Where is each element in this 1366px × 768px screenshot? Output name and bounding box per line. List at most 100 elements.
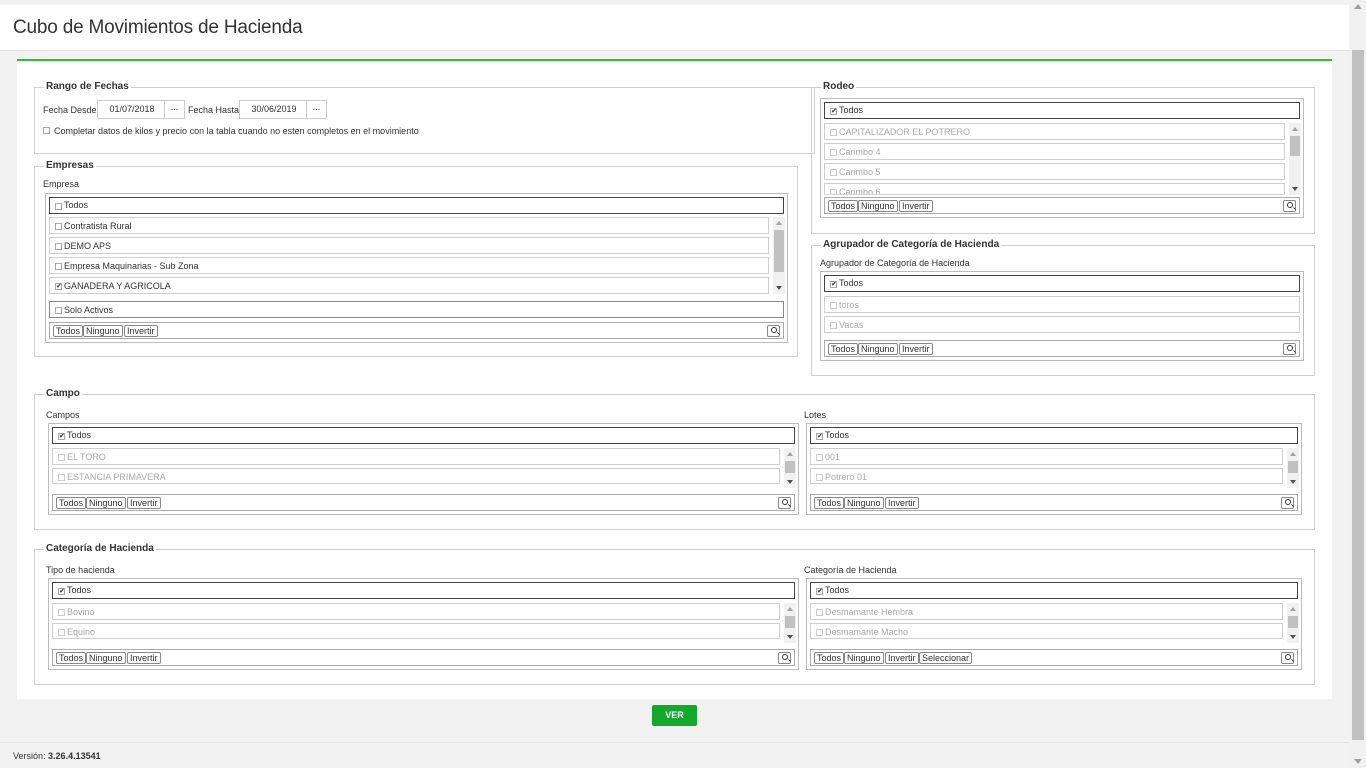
agrupador-todos-checkbox[interactable] (830, 281, 837, 288)
search-button[interactable] (1281, 497, 1294, 509)
ninguno-button[interactable]: Ninguno (858, 200, 898, 212)
list-item[interactable]: EL TORO (52, 448, 780, 465)
invertir-button[interactable]: Invertir (899, 200, 933, 212)
solo-activos-row[interactable]: Solo Activos (49, 301, 784, 318)
scrollbar-thumb[interactable] (774, 230, 784, 272)
list-item[interactable]: GANADERA Y AGRICOLA (49, 277, 769, 294)
list-item[interactable]: Carimbo 5 (824, 163, 1285, 180)
item-checkbox[interactable] (816, 454, 823, 461)
todos-button[interactable]: Todos (814, 497, 845, 509)
scroll-up-icon[interactable] (1290, 607, 1296, 611)
item-checkbox[interactable] (55, 223, 62, 230)
page-scrollbar[interactable] (1350, 0, 1366, 768)
item-checkbox[interactable] (58, 609, 65, 616)
todos-button[interactable]: Todos (828, 200, 859, 212)
search-button[interactable] (778, 497, 791, 509)
search-button[interactable] (767, 325, 780, 337)
solo-activos-checkbox[interactable] (55, 307, 62, 314)
tipo-list-scrollbar[interactable] (784, 603, 796, 643)
ver-button[interactable]: VER (652, 705, 697, 726)
item-checkbox[interactable] (55, 243, 62, 250)
scroll-up-icon[interactable] (787, 452, 793, 456)
scroll-up-icon[interactable] (776, 221, 782, 225)
campos-todos-checkbox[interactable] (58, 433, 65, 440)
scroll-down-icon[interactable] (1290, 635, 1296, 639)
search-button[interactable] (1283, 343, 1296, 355)
item-checkbox[interactable] (816, 629, 823, 636)
item-checkbox[interactable] (816, 609, 823, 616)
ninguno-button[interactable]: Ninguno (86, 497, 126, 509)
item-checkbox[interactable] (58, 629, 65, 636)
item-checkbox[interactable] (830, 189, 837, 194)
invertir-button[interactable]: Invertir (127, 652, 161, 664)
scroll-up-icon[interactable] (1290, 452, 1296, 456)
item-checkbox[interactable] (816, 474, 823, 481)
search-button[interactable] (1281, 652, 1294, 664)
item-checkbox[interactable] (830, 169, 837, 176)
scroll-up-icon[interactable] (1354, 4, 1362, 9)
item-checkbox[interactable] (55, 263, 62, 270)
scrollbar-thumb[interactable] (785, 461, 795, 473)
item-checkbox[interactable] (58, 454, 65, 461)
scroll-down-icon[interactable] (1290, 480, 1296, 484)
todos-button[interactable]: Todos (53, 325, 84, 337)
list-item[interactable]: Desmamante Macho (810, 623, 1283, 639)
cat-todos-row[interactable]: Todos (810, 582, 1298, 599)
list-item[interactable]: 001 (810, 448, 1283, 465)
invertir-button[interactable]: Invertir (885, 497, 919, 509)
completar-checkbox[interactable] (43, 127, 50, 134)
seleccionar-button[interactable]: Seleccionar (919, 652, 973, 664)
fecha-hasta-picker-button[interactable]: ... (306, 100, 327, 119)
lotes-todos-checkbox[interactable] (816, 433, 823, 440)
ninguno-button[interactable]: Ninguno (858, 343, 898, 355)
search-button[interactable] (1283, 200, 1296, 212)
scroll-down-icon[interactable] (787, 635, 793, 639)
list-item[interactable]: CAPITALIZADOR EL POTRERO (824, 123, 1285, 140)
tipo-todos-checkbox[interactable] (58, 588, 65, 595)
cat-todos-checkbox[interactable] (816, 588, 823, 595)
empresa-list-scrollbar[interactable] (773, 217, 785, 294)
fecha-desde-picker-button[interactable]: ... (164, 100, 185, 119)
ninguno-button[interactable]: Ninguno (83, 325, 123, 337)
scrollbar-thumb[interactable] (1352, 50, 1364, 740)
scroll-down-icon[interactable] (1354, 759, 1362, 764)
todos-button[interactable]: Todos (56, 497, 87, 509)
scrollbar-thumb[interactable] (1288, 461, 1298, 473)
ninguno-button[interactable]: Ninguno (844, 652, 884, 664)
agrupador-todos-row[interactable]: Todos (824, 275, 1300, 292)
item-checkbox[interactable] (58, 474, 65, 481)
list-item[interactable]: Equino (52, 623, 780, 639)
fecha-hasta-input[interactable]: 30/06/2019 (239, 100, 309, 119)
rodeo-todos-row[interactable]: Todos (824, 102, 1300, 119)
cat-list-scrollbar[interactable] (1287, 603, 1299, 643)
item-checkbox[interactable] (830, 302, 837, 309)
list-item[interactable]: Empresa Maquinarias - Sub Zona (49, 257, 769, 274)
invertir-button[interactable]: Invertir (899, 343, 933, 355)
tipo-todos-row[interactable]: Todos (52, 582, 795, 599)
scroll-down-icon[interactable] (1292, 187, 1298, 191)
todos-button[interactable]: Todos (828, 343, 859, 355)
scrollbar-thumb[interactable] (1290, 136, 1300, 156)
search-button[interactable] (778, 652, 791, 664)
list-item[interactable]: Carimbo 6 (824, 183, 1285, 195)
list-item[interactable]: Potrero 01 (810, 468, 1283, 484)
scroll-up-icon[interactable] (787, 607, 793, 611)
item-checkbox[interactable] (830, 149, 837, 156)
scrollbar-thumb[interactable] (785, 616, 795, 628)
scrollbar-thumb[interactable] (1288, 616, 1298, 628)
list-item[interactable]: Carimbo 4 (824, 143, 1285, 160)
lotes-list-scrollbar[interactable] (1287, 448, 1299, 488)
campos-todos-row[interactable]: Todos (52, 427, 795, 444)
scroll-up-icon[interactable] (1292, 127, 1298, 131)
lotes-todos-row[interactable]: Todos (810, 427, 1298, 444)
todos-button[interactable]: Todos (814, 652, 845, 664)
list-item[interactable]: ESTANCIA PRIMAVERA (52, 468, 780, 484)
fecha-desde-input[interactable]: 01/07/2018 (97, 100, 167, 119)
list-item[interactable]: Vacas (824, 316, 1300, 333)
invertir-button[interactable]: Invertir (885, 652, 919, 664)
rodeo-todos-checkbox[interactable] (830, 108, 837, 115)
list-item[interactable]: Bovino (52, 603, 780, 620)
ninguno-button[interactable]: Ninguno (86, 652, 126, 664)
list-item[interactable]: Contratista Rural (49, 217, 769, 234)
ninguno-button[interactable]: Ninguno (844, 497, 884, 509)
